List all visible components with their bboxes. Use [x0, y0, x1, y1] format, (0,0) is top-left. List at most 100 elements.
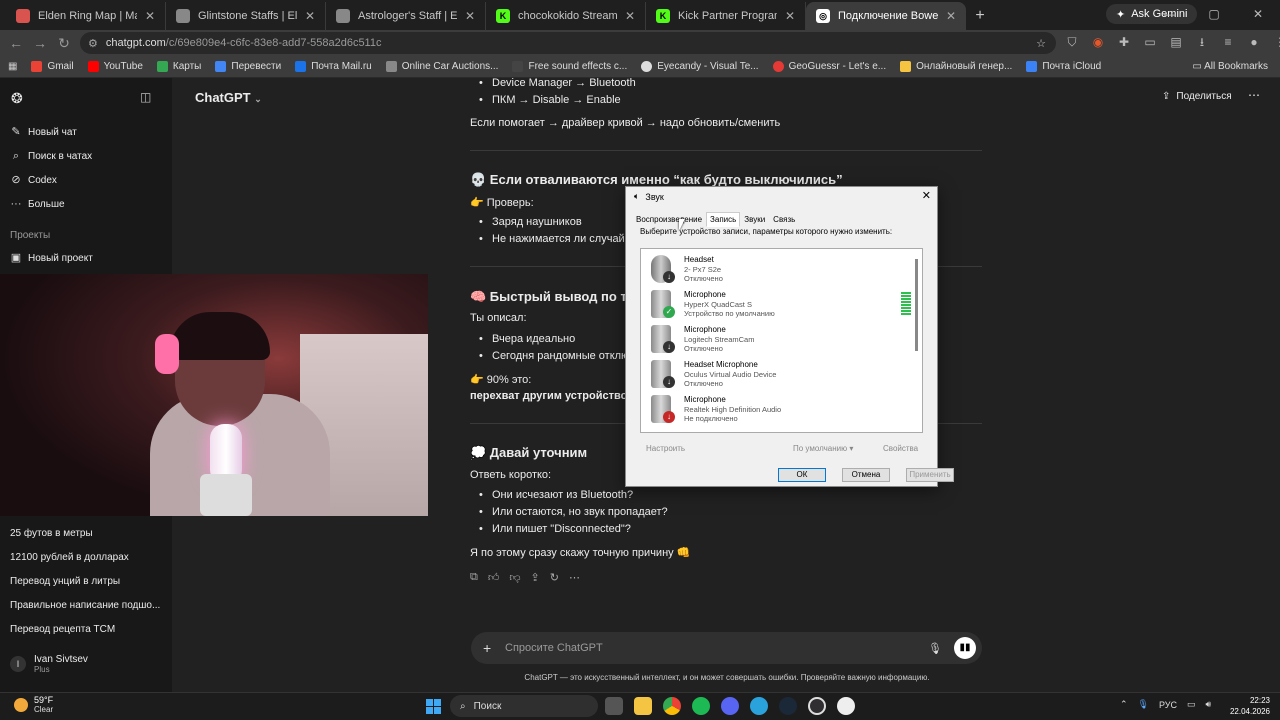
apply-button[interactable]: Применить [906, 468, 954, 482]
voice-mode-icon[interactable]: ▮▮ [954, 637, 976, 659]
thumbs-up-icon[interactable]: 👍︎ [488, 571, 500, 584]
tab-glintstone-staffs[interactable]: Glintstone Staffs | Elden Ring W ✕ [166, 2, 326, 30]
chat-history-item[interactable]: 25 футов в метры [10, 528, 93, 539]
telegram-icon[interactable] [750, 697, 768, 715]
site-info-icon[interactable]: ⚙ [88, 37, 98, 50]
apps-grid-icon[interactable]: ▦ [8, 61, 17, 72]
close-icon[interactable]: ✕ [625, 9, 635, 23]
thumbs-down-icon[interactable]: 👎︎ [509, 571, 520, 584]
close-icon[interactable]: ✕ [465, 9, 475, 23]
device-row[interactable]: ↓ Headset Microphone Oculus Virtual Audi… [647, 358, 917, 392]
bookmark-maps[interactable]: Карты [156, 61, 201, 72]
discord-icon[interactable] [721, 697, 739, 715]
sidebar-item-more[interactable]: ··· Больше [10, 198, 65, 210]
task-view-icon[interactable] [605, 697, 623, 715]
ok-button[interactable]: ОК [778, 468, 826, 482]
tab-recording[interactable]: Запись [706, 212, 741, 227]
device-row[interactable]: ↓ Headset 2- Px7 S2e Отключено [647, 253, 917, 287]
spotify-icon[interactable] [692, 697, 710, 715]
volume-icon[interactable]: 🔊︎ [1206, 699, 1212, 710]
forward-icon[interactable]: → [28, 35, 52, 51]
close-icon[interactable]: ✕ [305, 9, 315, 23]
chrome-icon[interactable] [663, 697, 681, 715]
reading-list-icon[interactable]: ≡ [1220, 34, 1236, 50]
bookmark-icloud[interactable]: Почта iCloud [1026, 61, 1101, 72]
file-explorer-icon[interactable] [634, 697, 652, 715]
tab-kick-partner[interactable]: K Kick Partner Program - Kick De ✕ [646, 2, 806, 30]
microphone-icon[interactable]: 🎙︎ [928, 642, 942, 655]
maximize-icon[interactable]: ▢ [1192, 0, 1236, 28]
regenerate-icon[interactable]: ↻ [550, 571, 559, 584]
more-dots-icon[interactable]: ⋯ [569, 571, 580, 584]
bookmark-eyecandy[interactable]: Eyecandy - Visual Te... [641, 61, 759, 72]
close-icon[interactable]: ✕ [922, 189, 931, 202]
close-icon[interactable]: ✕ [946, 9, 956, 23]
obs-icon[interactable] [808, 697, 826, 715]
minimize-icon[interactable]: — [1148, 0, 1192, 28]
copy-icon[interactable]: ⧉ [470, 571, 478, 584]
bookmark-mailru[interactable]: Почта Mail.ru [295, 61, 372, 72]
microphone-icon[interactable]: 🎙︎ [1138, 699, 1149, 710]
bookmark-generator[interactable]: Онлайновый генер... [900, 61, 1012, 72]
system-clock[interactable]: 22:23 22.04.2026 [1226, 695, 1270, 717]
sidebar-item-search[interactable]: ⌕ Поиск в чатах [10, 150, 92, 162]
device-row[interactable]: ↓ Microphone Realtek High Definition Aud… [647, 393, 917, 427]
bookmark-car-auctions[interactable]: Online Car Auctions... [385, 61, 498, 72]
tab-astrologers-staff[interactable]: Astrologer's Staff | Elden Ring W ✕ [326, 2, 486, 30]
tab-chatgpt-active[interactable]: ◎ Подключение Bowers & Wilkins ✕ [806, 2, 966, 30]
bookmark-gmail[interactable]: Gmail [31, 61, 74, 72]
bookmark-youtube[interactable]: YouTube [87, 61, 143, 72]
tab-sounds[interactable]: Звуки [740, 212, 769, 227]
download-icon[interactable]: ⭳ [1194, 34, 1210, 50]
profile-avatar-icon[interactable]: ● [1246, 34, 1262, 50]
bookmark-geoguessr[interactable]: GeoGuessr - Let's e... [772, 61, 886, 72]
bookmark-sound-effects[interactable]: Free sound effects c... [512, 61, 627, 72]
cast-icon[interactable]: ▤ [1168, 34, 1184, 50]
sidebar-item-new-chat[interactable]: ✎ Новый чат [10, 126, 76, 138]
prompt-input[interactable]: Спросите ChatGPT [505, 642, 928, 654]
all-bookmarks-button[interactable]: ▭ All Bookmarks [1192, 61, 1268, 72]
more-options-icon[interactable]: ⋯ [1248, 88, 1260, 102]
steam-icon[interactable] [779, 697, 797, 715]
puzzle-icon[interactable]: ✚ [1116, 34, 1132, 50]
recording-device-list[interactable]: ↓ Headset 2- Px7 S2e Отключено ✓ Microph… [640, 248, 923, 433]
tab-elden-ring-map[interactable]: Elden Ring Map | Map Genie ✕ [6, 2, 166, 30]
shield-icon[interactable]: ⛉ [1064, 34, 1080, 50]
app-icon[interactable] [837, 697, 855, 715]
close-window-icon[interactable]: ✕ [1236, 0, 1280, 28]
menu-icon[interactable]: ⋮ [1272, 34, 1280, 50]
weather-widget[interactable]: 59°F Clear [14, 695, 53, 714]
device-row[interactable]: ↓ Microphone Logitech StreamCam Отключен… [647, 323, 917, 357]
model-selector[interactable]: ChatGPT ⌄ [195, 90, 262, 105]
chat-history-item[interactable]: 12100 рублей в долларах [10, 552, 129, 563]
url-input[interactable]: ⚙ chatgpt.com/c/69e809e4-c6fc-83e8-add7-… [80, 32, 1056, 54]
tab-kick-stream[interactable]: Kchocokokido Stream - Watch Li ✕ [486, 2, 646, 30]
language-indicator[interactable]: РУС [1159, 700, 1177, 710]
bookmark-star-icon[interactable]: ☆ [1036, 37, 1046, 50]
back-icon[interactable]: ← [4, 35, 28, 51]
tab-communications[interactable]: Связь [769, 212, 799, 227]
add-attachment-icon[interactable]: + [483, 640, 505, 656]
chat-history-item[interactable]: Правильное написание подшо... [10, 600, 160, 611]
close-icon[interactable]: ✕ [145, 9, 155, 23]
sidebar-item-codex[interactable]: ⊘ Codex [10, 174, 57, 186]
user-profile[interactable]: I Ivan Sivtsev Plus [10, 654, 88, 674]
bookmark-translate[interactable]: Перевести [215, 61, 281, 72]
cancel-button[interactable]: Отмена [842, 468, 890, 482]
scrollbar[interactable] [915, 259, 918, 351]
windows-start-icon[interactable] [426, 699, 441, 714]
sidebar-icon[interactable]: ▭ [1142, 34, 1158, 50]
tab-playback[interactable]: Воспроизведение [632, 212, 706, 227]
chat-history-item[interactable]: Перевод унций в литры [10, 576, 120, 587]
chatgpt-logo-icon[interactable]: ❂ [11, 90, 23, 107]
network-icon[interactable]: ▭ [1187, 699, 1196, 710]
sidebar-toggle-icon[interactable]: ◫ [140, 90, 151, 104]
extension-icon[interactable]: ◉ [1090, 34, 1106, 50]
taskbar-search[interactable]: ⌕ Поиск [450, 695, 598, 717]
close-icon[interactable]: ✕ [785, 9, 795, 23]
chat-history-item[interactable]: Перевод рецепта TCM [10, 624, 115, 635]
chevron-up-icon[interactable]: ⌃ [1120, 699, 1128, 710]
properties-button[interactable]: Свойства [883, 444, 918, 453]
configure-button[interactable]: Настроить [646, 444, 685, 453]
share-icon[interactable]: ⇪ [531, 571, 540, 584]
